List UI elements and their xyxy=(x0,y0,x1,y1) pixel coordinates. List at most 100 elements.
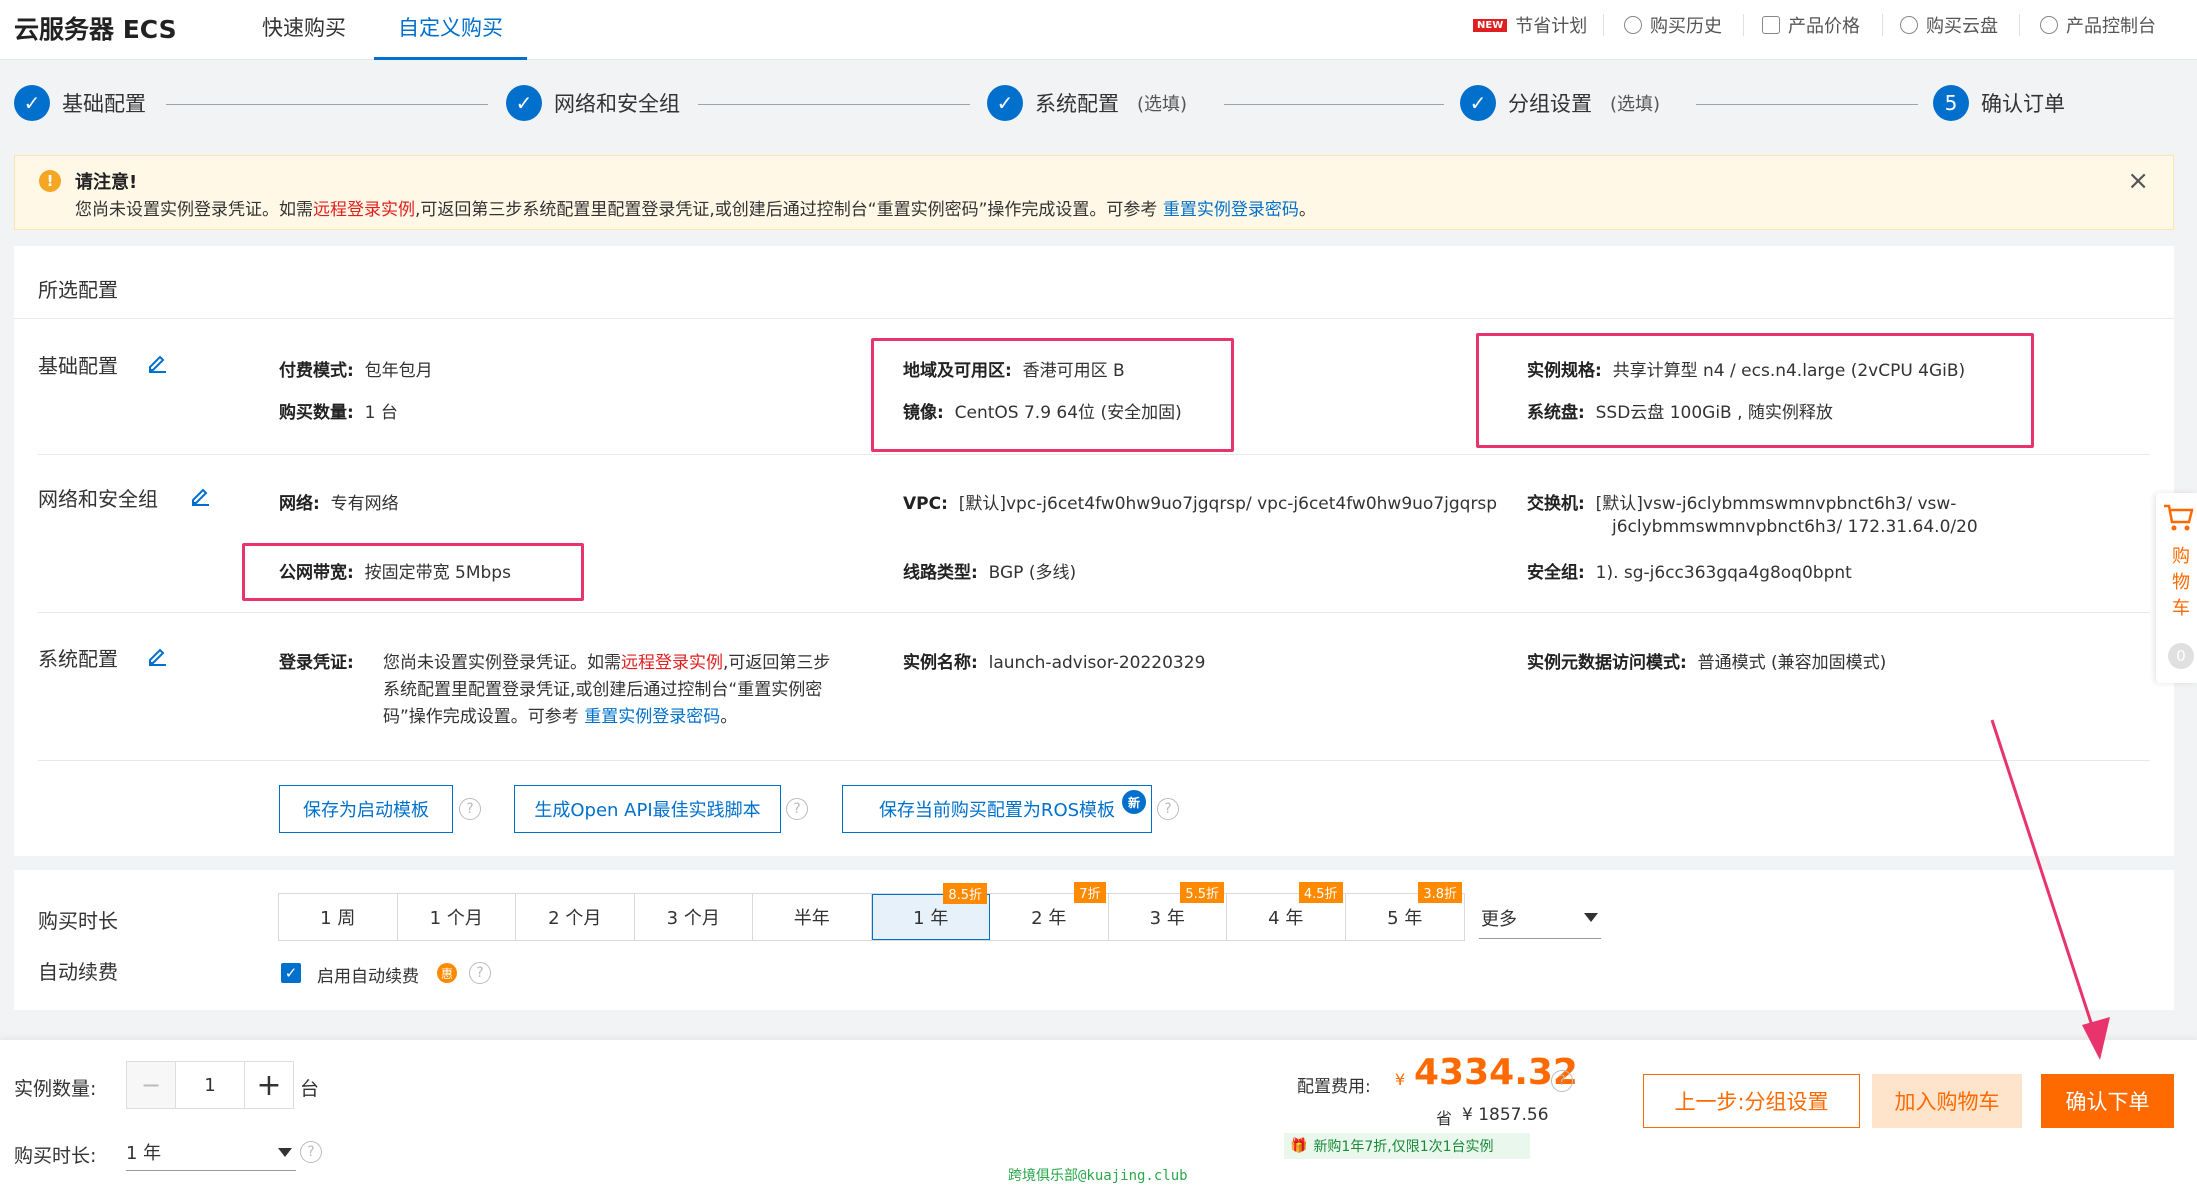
credential-line-3: 码”操作完成设置。可参考 重置实例登录密码。 xyxy=(383,702,737,727)
nav-divider xyxy=(1882,14,1883,36)
field-value: 您尚未设置实例登录凭证。如需 xyxy=(383,653,621,673)
duration-option-label: 4 年 xyxy=(1268,908,1304,929)
divider xyxy=(38,612,2150,613)
nav-save-plan[interactable]: NEW 节省计划 xyxy=(1473,12,1587,38)
generate-api-script-button[interactable]: 生成Open API最佳实践脚本 xyxy=(514,785,781,833)
field-value: launch-advisor-20220329 xyxy=(988,653,1206,673)
duration-option[interactable]: 4 年 4.5折 xyxy=(1227,882,1346,940)
step-confirm: 5 确认订单 xyxy=(1933,85,2065,121)
notice-text: ,可返回第三步系统配置里配置登录凭证,或创建后通过控制台“重置实例密码”操作完成… xyxy=(415,200,1163,220)
close-icon[interactable]: × xyxy=(2127,166,2149,196)
duration-option-label: 2 年 xyxy=(1031,908,1067,929)
nav-console[interactable]: 产品控制台 xyxy=(2040,12,2156,38)
step-network[interactable]: ✓ 网络和安全组 xyxy=(506,85,680,121)
tab-quick-buy[interactable]: 快速购买 xyxy=(262,12,346,42)
duration-option[interactable]: 2 年 7折 xyxy=(990,882,1109,940)
step-group[interactable]: ✓ 分组设置 (选填) xyxy=(1460,85,1660,121)
help-icon[interactable]: ? xyxy=(786,798,808,820)
plus-button[interactable]: + xyxy=(245,1062,293,1108)
edit-icon[interactable] xyxy=(146,351,168,373)
step-system[interactable]: ✓ 系统配置 (选填) xyxy=(987,85,1187,121)
field-value: 普通模式 (兼容加固模式) xyxy=(1697,653,1887,673)
edit-icon[interactable] xyxy=(146,644,168,666)
duration-option[interactable]: 半年 xyxy=(753,894,872,940)
promo-tag: 🎁 新购1年7折,仅限1次1台实例 xyxy=(1284,1133,1530,1159)
highlight-box xyxy=(1476,333,2034,448)
chevron-down-icon[interactable] xyxy=(278,1148,292,1157)
notice-text: 您尚未设置实例登录凭证。如需 xyxy=(75,200,313,220)
field-value: 专有网络 xyxy=(330,494,399,514)
duration-select-value: 1 年 xyxy=(126,1142,162,1164)
nav-save-plan-label: 节省计划 xyxy=(1515,16,1588,37)
tab-custom-buy[interactable]: 自定义购买 xyxy=(398,12,503,42)
duration-option[interactable]: 2 个月 xyxy=(516,894,635,940)
instance-name-field: 实例名称: launch-advisor-20220329 xyxy=(903,648,1205,673)
auto-renew-option[interactable]: 启用自动续费 xyxy=(317,962,419,987)
qty-label: 实例数量: xyxy=(14,1078,97,1100)
more-duration-select[interactable]: 更多 xyxy=(1479,897,1601,939)
check-icon: ✓ xyxy=(987,85,1023,121)
field-label: 安全组: xyxy=(1527,563,1585,583)
prev-step-button[interactable]: 上一步:分组设置 xyxy=(1643,1074,1860,1128)
field-value: [默认]vsw-j6clybmmswmnvpbnct6h3/ vsw- xyxy=(1595,494,1957,514)
nav-history[interactable]: 购买历史 xyxy=(1624,12,1722,38)
chevron-down-icon[interactable] xyxy=(1584,913,1598,922)
notice-title: 请注意! xyxy=(75,172,138,193)
price-list-icon xyxy=(1762,16,1780,34)
save-launch-template-button[interactable]: 保存为启动模板 xyxy=(279,785,453,833)
duration-option-label: 3 年 xyxy=(1149,908,1185,929)
save-ros-template-button[interactable]: 保存当前购买配置为ROS模板 xyxy=(842,785,1152,833)
add-to-cart-button[interactable]: 加入购物车 xyxy=(1872,1074,2022,1128)
step-label: 确认订单 xyxy=(1981,92,2065,116)
line-type-field: 线路类型: BGP (多线) xyxy=(903,558,1076,583)
nav-pricing[interactable]: 产品价格 xyxy=(1762,12,1860,38)
cart-label: 购物车 xyxy=(2172,546,2190,619)
cart-icon xyxy=(2164,504,2194,531)
duration-option-selected[interactable]: 1 年 8.5折 xyxy=(871,883,990,940)
duration-option[interactable]: 3 个月 xyxy=(635,894,753,940)
help-icon[interactable]: ? xyxy=(300,1141,322,1163)
active-tab-indicator xyxy=(374,57,527,60)
network-field: 网络: 专有网络 xyxy=(279,489,399,514)
credential-label: 登录凭证: xyxy=(279,648,354,673)
currency-symbol: ¥ xyxy=(1395,1070,1406,1089)
nav-pricing-label: 产品价格 xyxy=(1788,16,1860,37)
duration-option-label: 半年 xyxy=(793,908,830,929)
help-icon[interactable]: ? xyxy=(1551,1070,1573,1092)
reset-password-link[interactable]: 重置实例登录密码 xyxy=(584,707,720,727)
credential-line-1: 您尚未设置实例登录凭证。如需远程登录实例,可返回第三步 xyxy=(383,648,830,673)
basic-config-title: 基础配置 xyxy=(38,354,118,378)
duration-label: 购买时长: xyxy=(14,1145,97,1167)
help-icon[interactable]: ? xyxy=(1157,798,1179,820)
step-connector xyxy=(166,104,488,105)
step-basic[interactable]: ✓ 基础配置 xyxy=(14,85,146,121)
watermark: 跨境俱乐部@kuajing.club xyxy=(1008,1168,1188,1184)
duration-option[interactable]: 1 个月 xyxy=(398,894,516,940)
help-icon[interactable]: ? xyxy=(469,962,491,984)
auto-renew-checkbox[interactable]: ✓ xyxy=(281,963,301,983)
selected-config-title: 所选配置 xyxy=(38,278,118,302)
nav-buy-disk[interactable]: 购买云盘 xyxy=(1900,12,1998,38)
duration-label: 购买时长 xyxy=(38,909,118,933)
confirm-order-button[interactable]: 确认下单 xyxy=(2041,1074,2174,1128)
duration-option[interactable]: 5 年 3.8折 xyxy=(1346,882,1465,940)
duration-option[interactable]: 1 周 xyxy=(279,894,398,940)
minus-button[interactable]: − xyxy=(127,1062,175,1108)
remote-login-link[interactable]: 远程登录实例 xyxy=(621,653,723,673)
warning-icon: ! xyxy=(39,170,61,192)
cloud-disk-icon xyxy=(1900,16,1918,34)
vpc-field: VPC: [默认]vpc-j6cet4fw0hw9uo7jgqrsp/ vpc-… xyxy=(903,489,1497,514)
check-icon: ✓ xyxy=(1460,85,1496,121)
duration-option-label: 5 年 xyxy=(1387,908,1423,929)
help-icon[interactable]: ? xyxy=(459,798,481,820)
gift-icon: 🎁 xyxy=(1290,1138,1308,1154)
remote-login-link[interactable]: 远程登录实例 xyxy=(313,200,415,220)
new-badge: 新 xyxy=(1122,790,1146,814)
duration-option[interactable]: 3 年 5.5折 xyxy=(1109,882,1227,940)
annotation-arrow xyxy=(1990,719,2110,1060)
duration-select[interactable]: 1 年 xyxy=(126,1133,296,1171)
reset-password-link[interactable]: 重置实例登录密码 xyxy=(1163,200,1299,220)
edit-icon[interactable] xyxy=(189,484,211,506)
quantity-input[interactable]: 1 xyxy=(175,1062,245,1108)
quantity-stepper: − 1 + xyxy=(126,1061,294,1109)
